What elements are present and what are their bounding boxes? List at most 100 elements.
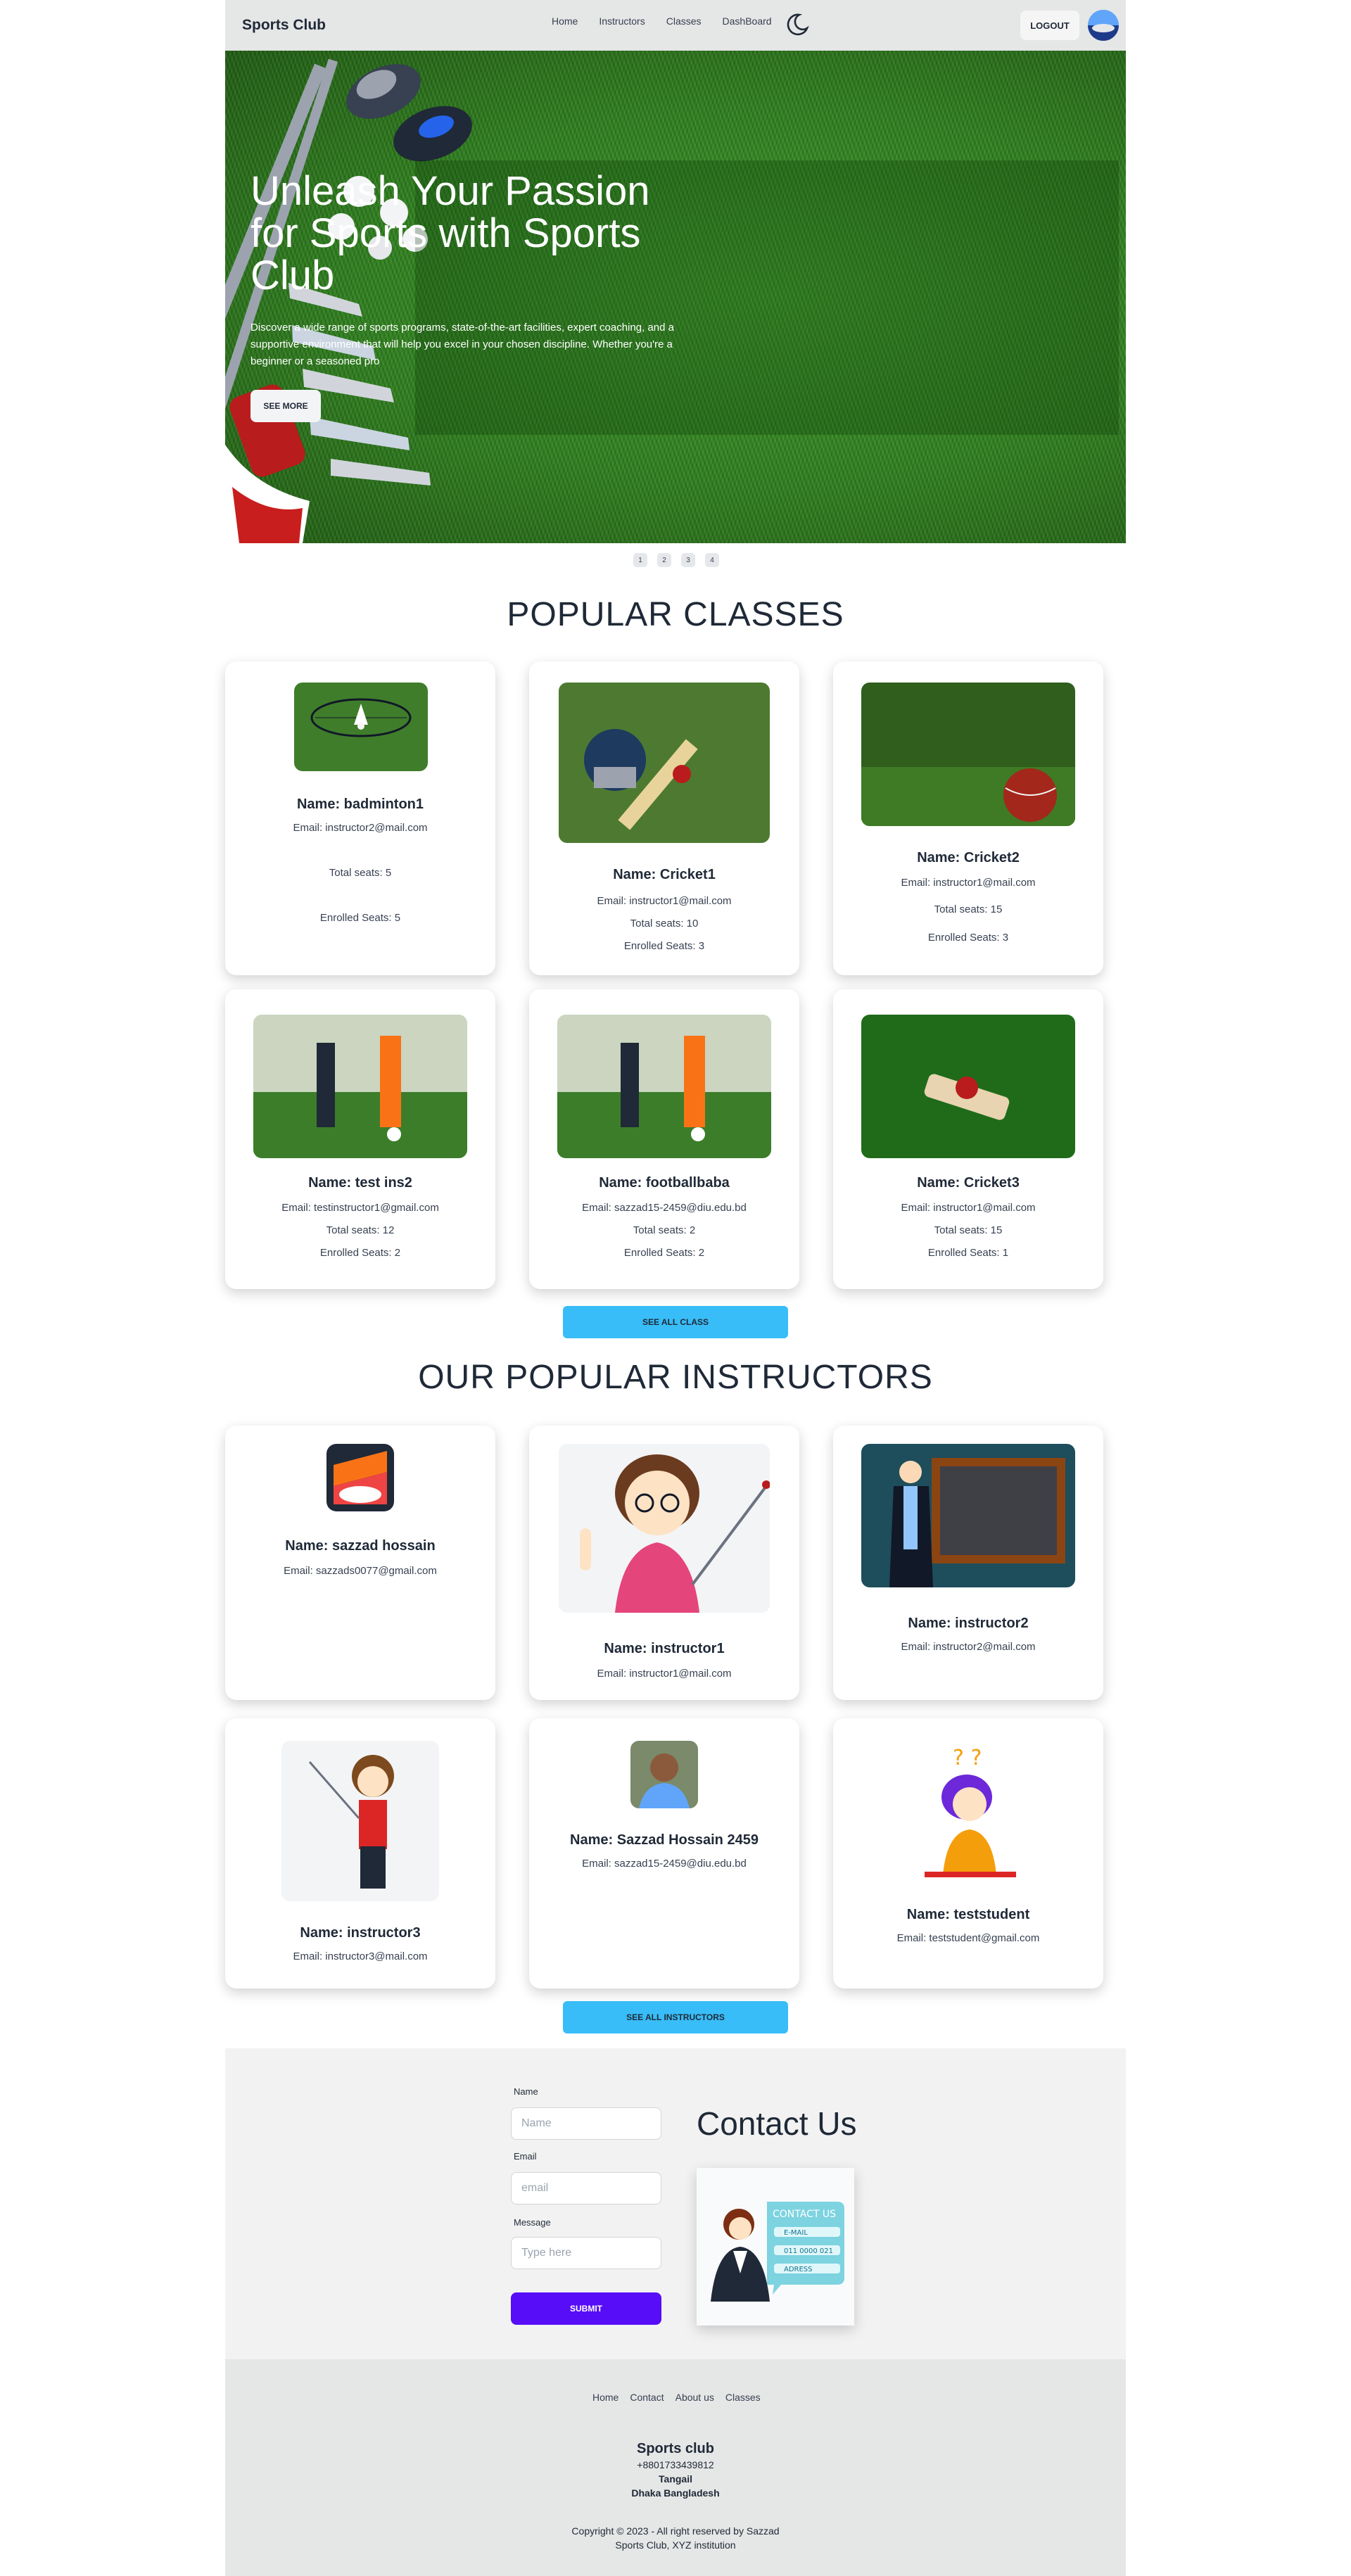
- message-input[interactable]: Type here: [511, 2237, 661, 2269]
- class-image-badminton: [294, 683, 428, 771]
- class-total-seats: Total seats: 15: [934, 903, 1003, 915]
- brand-logo-text[interactable]: Sports Club: [242, 17, 326, 34]
- svg-text:? ?: ? ?: [953, 1746, 982, 1770]
- footer: Home Contact About us Classes Sports clu…: [225, 2359, 1126, 2576]
- footer-institution: Sports Club, XYZ institution: [615, 2539, 736, 2551]
- instructor-email: Email: sazzads0077@gmail.com: [284, 1565, 437, 1577]
- instructor-avatar: [559, 1444, 770, 1613]
- instructor-name: Name: teststudent: [906, 1907, 1030, 1922]
- nav-links: Home Instructors Classes DashBoard: [552, 15, 772, 27]
- name-input[interactable]: Name: [511, 2107, 661, 2140]
- class-card[interactable]: Name: Cricket3 Email: instructor1@mail.c…: [833, 989, 1103, 1289]
- email-label: Email: [514, 2151, 537, 2162]
- instructor-card[interactable]: Name: sazzad hossain Email: sazzads0077@…: [225, 1426, 495, 1700]
- nav-link-instructors[interactable]: Instructors: [599, 15, 645, 27]
- class-enrolled-seats: Enrolled Seats: 2: [319, 1247, 401, 1259]
- instructor-card[interactable]: ? ? Name: teststudent Email: teststudent…: [833, 1718, 1103, 1988]
- instructor-avatar: [630, 1741, 698, 1808]
- class-email: Email: sazzad15-2459@diu.edu.bd: [582, 1202, 747, 1214]
- navbar: Sports Club Home Instructors Classes Das…: [225, 0, 1126, 51]
- class-name: Name: Cricket2: [917, 850, 1020, 865]
- class-email: Email: instructor2@mail.com: [293, 822, 428, 834]
- nav-link-home[interactable]: Home: [552, 15, 578, 27]
- instructor-card[interactable]: Name: instructor2 Email: instructor2@mai…: [833, 1426, 1103, 1700]
- carousel-page-3[interactable]: 3: [681, 553, 695, 567]
- class-name: Name: test ins2: [308, 1175, 412, 1191]
- footer-link-classes[interactable]: Classes: [725, 2392, 761, 2403]
- contact-img-phone: 011 0000 021: [784, 2247, 833, 2255]
- hero-banner: Unleash Your Passion for Sports with Spo…: [225, 51, 1126, 543]
- instructor-email: Email: sazzad15-2459@diu.edu.bd: [582, 1858, 747, 1870]
- footer-link-about[interactable]: About us: [676, 2392, 714, 2403]
- email-input[interactable]: email: [511, 2172, 661, 2204]
- see-all-instructors-button[interactable]: SEE ALL INSTRUCTORS: [563, 2001, 788, 2033]
- class-enrolled-seats: Enrolled Seats: 3: [927, 932, 1009, 944]
- page: Sports Club Home Instructors Classes Das…: [225, 0, 1126, 2576]
- class-card[interactable]: Name: test ins2 Email: testinstructor1@g…: [225, 989, 495, 1289]
- class-image-football: [557, 1015, 771, 1158]
- class-card[interactable]: Name: footballbaba Email: sazzad15-2459@…: [529, 989, 799, 1289]
- instructor-email: Email: teststudent@gmail.com: [896, 1932, 1040, 1944]
- class-total-seats: Total seats: 12: [326, 1224, 395, 1236]
- popular-classes-title: POPULAR CLASSES: [507, 596, 844, 633]
- carousel-pagination: 1 2 3 4: [633, 553, 719, 567]
- instructor-card[interactable]: Name: instructor3 Email: instructor3@mai…: [225, 1718, 495, 1988]
- message-label: Message: [514, 2217, 551, 2228]
- footer-copyright: Copyright © 2023 - All right reserved by…: [571, 2525, 780, 2537]
- footer-link-home[interactable]: Home: [592, 2392, 619, 2403]
- see-more-button[interactable]: SEE MORE: [250, 390, 321, 422]
- class-total-seats: Total seats: 10: [630, 918, 699, 929]
- hero-title: Unleash Your Passion for Sports with Spo…: [250, 168, 650, 298]
- instructor-name: Name: instructor3: [300, 1925, 421, 1941]
- footer-phone: +8801733439812: [637, 2459, 714, 2470]
- class-email: Email: testinstructor1@gmail.com: [281, 1202, 439, 1214]
- class-total-seats: Total seats: 15: [934, 1224, 1003, 1236]
- footer-org-name: Sports club: [636, 2441, 714, 2456]
- contact-img-email: E-MAIL: [784, 2229, 808, 2237]
- class-name: Name: Cricket3: [917, 1175, 1020, 1191]
- contact-illustration: CONTACT US E-MAIL 011 0000 021 ADRESS: [697, 2168, 854, 2326]
- class-email: Email: instructor1@mail.com: [901, 1202, 1036, 1214]
- class-enrolled-seats: Enrolled Seats: 2: [623, 1247, 705, 1259]
- logout-button[interactable]: LOGOUT: [1020, 11, 1079, 40]
- class-card[interactable]: Name: Cricket2 Email: instructor1@mail.c…: [833, 661, 1103, 975]
- instructor-name: Name: sazzad hossain: [285, 1538, 436, 1554]
- class-card[interactable]: Name: badminton1 Email: instructor2@mail…: [225, 661, 495, 975]
- class-image-cricket1: [559, 683, 770, 843]
- carousel-page-1[interactable]: 1: [633, 553, 647, 567]
- class-image-cricket2: [861, 683, 1075, 826]
- carousel-page-2[interactable]: 2: [657, 553, 671, 567]
- instructor-name: Name: instructor2: [908, 1616, 1029, 1631]
- class-name: Name: footballbaba: [599, 1175, 730, 1191]
- see-all-class-button[interactable]: SEE ALL CLASS: [563, 1306, 788, 1338]
- nav-link-classes[interactable]: Classes: [666, 15, 702, 27]
- class-email: Email: instructor1@mail.com: [597, 895, 732, 907]
- instructor-avatar: [326, 1444, 394, 1511]
- class-enrolled-seats: Enrolled Seats: 5: [319, 912, 401, 924]
- class-enrolled-seats: Enrolled Seats: 1: [927, 1247, 1009, 1259]
- class-total-seats: Total seats: 5: [329, 867, 392, 879]
- instructor-avatar: [281, 1741, 439, 1901]
- class-card[interactable]: Name: Cricket1 Email: instructor1@mail.c…: [529, 661, 799, 975]
- carousel-page-4[interactable]: 4: [705, 553, 719, 567]
- instructor-email: Email: instructor1@mail.com: [597, 1668, 732, 1680]
- footer-city: Tangail: [659, 2473, 692, 2485]
- instructor-card[interactable]: Name: instructor1 Email: instructor1@mai…: [529, 1426, 799, 1700]
- class-image-football: [253, 1015, 467, 1158]
- class-name: Name: badminton1: [296, 797, 424, 812]
- footer-links: Home Contact About us Classes: [592, 2392, 761, 2403]
- instructor-name: Name: instructor1: [604, 1641, 725, 1656]
- popular-instructors-title: OUR POPULAR INSTRUCTORS: [418, 1359, 933, 1396]
- instructor-email: Email: instructor2@mail.com: [901, 1641, 1036, 1653]
- nav-link-dashboard[interactable]: DashBoard: [723, 15, 772, 27]
- moon-icon[interactable]: [784, 11, 811, 38]
- footer-country: Dhaka Bangladesh: [631, 2487, 720, 2499]
- contact-img-address: ADRESS: [784, 2266, 813, 2273]
- class-name: Name: Cricket1: [613, 867, 716, 882]
- name-label: Name: [514, 2086, 538, 2097]
- avatar[interactable]: [1088, 10, 1119, 41]
- footer-link-contact[interactable]: Contact: [630, 2392, 664, 2403]
- submit-button[interactable]: SUBMIT: [511, 2292, 661, 2325]
- instructor-avatar: ? ?: [911, 1741, 1026, 1884]
- instructor-card[interactable]: Name: Sazzad Hossain 2459 Email: sazzad1…: [529, 1718, 799, 1988]
